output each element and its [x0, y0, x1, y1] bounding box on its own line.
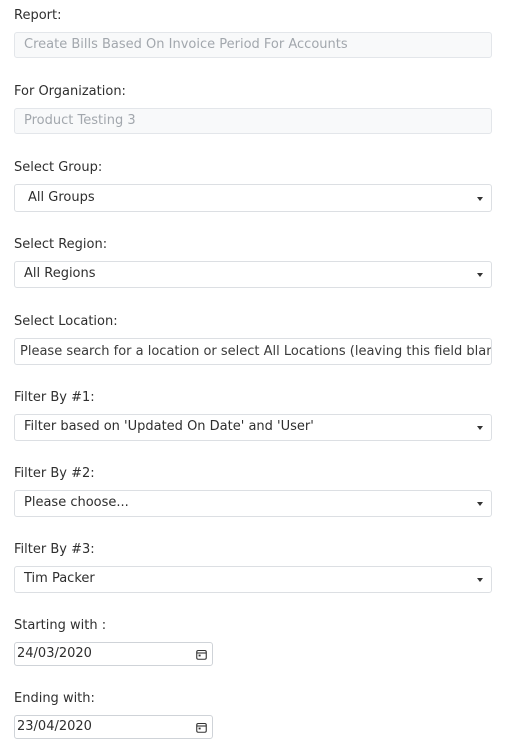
location-label: Select Location:: [14, 314, 118, 329]
calendar-icon[interactable]: [196, 722, 207, 733]
region-select-value: All Regions: [24, 266, 96, 281]
chevron-down-icon: [477, 502, 483, 506]
group-select[interactable]: All Groups: [14, 184, 492, 212]
filter1-select[interactable]: Filter based on 'Updated On Date' and 'U…: [14, 414, 492, 441]
filter2-select[interactable]: Please choose...: [14, 490, 492, 517]
filter1-label: Filter By #1:: [14, 390, 95, 405]
filter3-select-value: Tim Packer: [24, 571, 95, 586]
end-date-label: Ending with:: [14, 691, 95, 706]
region-select[interactable]: All Regions: [14, 261, 492, 288]
group-label: Select Group:: [14, 160, 103, 175]
start-date-input[interactable]: 24/03/2020: [14, 642, 213, 666]
location-search-input[interactable]: [20, 339, 491, 363]
filter1-select-value: Filter based on 'Updated On Date' and 'U…: [24, 419, 314, 434]
filter2-select-value: Please choose...: [24, 495, 129, 510]
organization-label: For Organization:: [14, 84, 126, 99]
report-label: Report:: [14, 8, 62, 23]
region-label: Select Region:: [14, 237, 108, 252]
group-select-value: All Groups: [28, 190, 95, 205]
chevron-down-icon: [477, 426, 483, 430]
chevron-down-icon: [477, 273, 483, 277]
filter3-label: Filter By #3:: [14, 542, 95, 557]
chevron-down-icon: [477, 578, 483, 582]
filter3-select[interactable]: Tim Packer: [14, 566, 492, 593]
end-date-value: 23/04/2020: [17, 719, 92, 734]
report-field: Create Bills Based On Invoice Period For…: [14, 32, 492, 58]
start-date-label: Starting with :: [14, 618, 107, 633]
filter2-label: Filter By #2:: [14, 466, 95, 481]
chevron-down-icon: [477, 197, 483, 201]
organization-field: Product Testing 3: [14, 108, 492, 134]
calendar-icon[interactable]: [196, 649, 207, 660]
start-date-value: 24/03/2020: [17, 646, 92, 661]
location-search-field[interactable]: [14, 338, 492, 365]
end-date-input[interactable]: 23/04/2020: [14, 715, 213, 739]
